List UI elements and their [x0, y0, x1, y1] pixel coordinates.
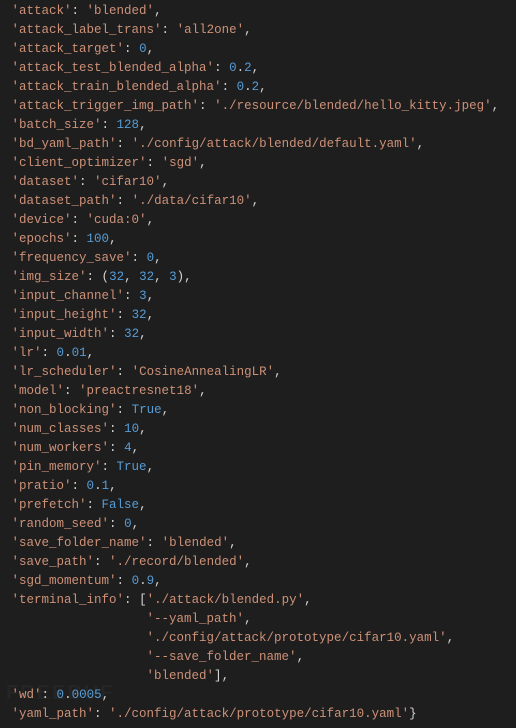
config-line: 'attack_label_trans': 'all2one', — [4, 21, 512, 40]
config-line: 'client_optimizer': 'sgd', — [4, 154, 512, 173]
config-line: 'lr_scheduler': 'CosineAnnealingLR', — [4, 363, 512, 382]
config-line: 'blended'], — [4, 667, 512, 686]
config-line: 'img_size': (32, 32, 3), — [4, 268, 512, 287]
config-line: 'attack': 'blended', — [4, 2, 512, 21]
config-line: 'attack_test_blended_alpha': 0.2, — [4, 59, 512, 78]
config-line: 'epochs': 100, — [4, 230, 512, 249]
config-line: 'device': 'cuda:0', — [4, 211, 512, 230]
config-line: 'non_blocking': True, — [4, 401, 512, 420]
config-line: 'attack_train_blended_alpha': 0.2, — [4, 78, 512, 97]
config-line: 'input_width': 32, — [4, 325, 512, 344]
config-line: 'num_workers': 4, — [4, 439, 512, 458]
config-line: '--yaml_path', — [4, 610, 512, 629]
config-line: 'attack_trigger_img_path': './resource/b… — [4, 97, 512, 116]
config-line: 'save_folder_name': 'blended', — [4, 534, 512, 553]
config-line: 'pratio': 0.1, — [4, 477, 512, 496]
config-line: 'attack_target': 0, — [4, 40, 512, 59]
config-line: 'random_seed': 0, — [4, 515, 512, 534]
config-line: 'save_path': './record/blended', — [4, 553, 512, 572]
config-line: 'prefetch': False, — [4, 496, 512, 515]
config-line: 'sgd_momentum': 0.9, — [4, 572, 512, 591]
config-line: 'lr': 0.01, — [4, 344, 512, 363]
code-block: 'attack': 'blended', 'attack_label_trans… — [4, 2, 512, 724]
config-line: 'batch_size': 128, — [4, 116, 512, 135]
config-line: 'dataset': 'cifar10', — [4, 173, 512, 192]
config-line: 'pin_memory': True, — [4, 458, 512, 477]
config-line: 'model': 'preactresnet18', — [4, 382, 512, 401]
config-line: 'terminal_info': ['./attack/blended.py', — [4, 591, 512, 610]
config-line: 'yaml_path': './config/attack/prototype/… — [4, 705, 512, 724]
config-line: '--save_folder_name', — [4, 648, 512, 667]
config-line: 'num_classes': 10, — [4, 420, 512, 439]
config-line: 'input_height': 32, — [4, 306, 512, 325]
config-line: 'dataset_path': './data/cifar10', — [4, 192, 512, 211]
config-line: './config/attack/prototype/cifar10.yaml'… — [4, 629, 512, 648]
config-line: 'wd': 0.0005, — [4, 686, 512, 705]
config-line: 'frequency_save': 0, — [4, 249, 512, 268]
config-line: 'bd_yaml_path': './config/attack/blended… — [4, 135, 512, 154]
config-line: 'input_channel': 3, — [4, 287, 512, 306]
